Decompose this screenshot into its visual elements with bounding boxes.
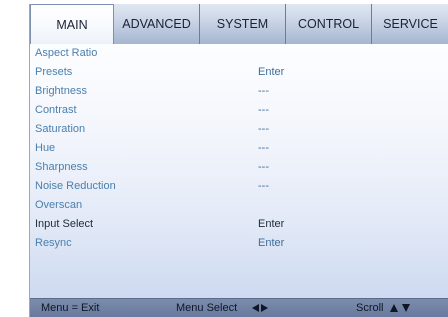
- tab-advanced[interactable]: ADVANCED: [114, 4, 200, 44]
- menu-item-value: ---: [258, 104, 269, 116]
- tab-main-label: MAIN: [56, 17, 88, 32]
- tab-bar: MAIN ADVANCED SYSTEM CONTROL SERVICE: [30, 4, 448, 44]
- menu-item-sharpness[interactable]: Sharpness ---: [35, 158, 448, 177]
- menu-item-saturation[interactable]: Saturation ---: [35, 120, 448, 139]
- menu-item-label: Aspect Ratio: [35, 47, 98, 59]
- menu-item-value: ---: [258, 161, 269, 173]
- menu-item-overscan[interactable]: Overscan: [35, 196, 448, 215]
- menu-item-aspect-ratio[interactable]: Aspect Ratio: [35, 44, 448, 63]
- left-arrow-icon: [252, 304, 259, 312]
- menu-item-value: ---: [258, 142, 269, 154]
- tab-system-label: SYSTEM: [216, 17, 269, 31]
- menu-item-value: Enter: [258, 237, 285, 249]
- menu-item-brightness[interactable]: Brightness ---: [35, 82, 448, 101]
- menu-item-label: Resync: [35, 237, 72, 249]
- tab-system[interactable]: SYSTEM: [200, 4, 286, 44]
- menu-list: Aspect Ratio Presets Enter Brightness --…: [35, 44, 448, 253]
- tab-main[interactable]: MAIN: [30, 4, 114, 44]
- menu-item-label: Noise Reduction: [35, 180, 116, 192]
- menu-item-value: Enter: [258, 66, 285, 78]
- menu-item-label: Contrast: [35, 104, 77, 116]
- select-hint: Menu Select: [176, 302, 238, 314]
- menu-item-contrast[interactable]: Contrast ---: [35, 101, 448, 120]
- exit-hint: Menu = Exit: [41, 302, 100, 314]
- menu-item-value: ---: [258, 85, 269, 97]
- menu-item-label: Saturation: [35, 123, 86, 135]
- menu-item-input-select[interactable]: Input Select Enter: [35, 215, 448, 234]
- tab-control-label: CONTROL: [297, 17, 360, 31]
- menu-item-label: Sharpness: [35, 161, 88, 173]
- menu-item-resync[interactable]: Resync Enter: [35, 234, 448, 253]
- menu-item-label: Overscan: [35, 199, 83, 211]
- tab-service[interactable]: SERVICE: [372, 4, 448, 44]
- menu-item-label: Input Select: [35, 218, 94, 230]
- right-arrow-icon: [261, 304, 268, 312]
- down-arrow-icon: [402, 304, 410, 312]
- menu-item-value: ---: [258, 123, 269, 135]
- tab-service-label: SERVICE: [383, 17, 438, 31]
- footer-hint-bar: Menu = Exit Menu Select Scroll: [30, 298, 448, 317]
- up-arrow-icon: [390, 304, 398, 312]
- menu-item-presets[interactable]: Presets Enter: [35, 63, 448, 82]
- menu-item-label: Hue: [35, 142, 56, 154]
- tab-advanced-label: ADVANCED: [122, 17, 191, 31]
- menu-item-noise-reduction[interactable]: Noise Reduction ---: [35, 177, 448, 196]
- menu-item-label: Brightness: [35, 85, 87, 97]
- menu-item-value: Enter: [258, 218, 285, 230]
- scroll-hint: Scroll: [356, 302, 384, 314]
- tab-control[interactable]: CONTROL: [286, 4, 372, 44]
- menu-item-value: ---: [258, 180, 269, 192]
- menu-item-hue[interactable]: Hue ---: [35, 139, 448, 158]
- menu-item-label: Presets: [35, 66, 73, 78]
- osd-menu-frame: MAIN ADVANCED SYSTEM CONTROL SERVICE Asp…: [29, 4, 448, 317]
